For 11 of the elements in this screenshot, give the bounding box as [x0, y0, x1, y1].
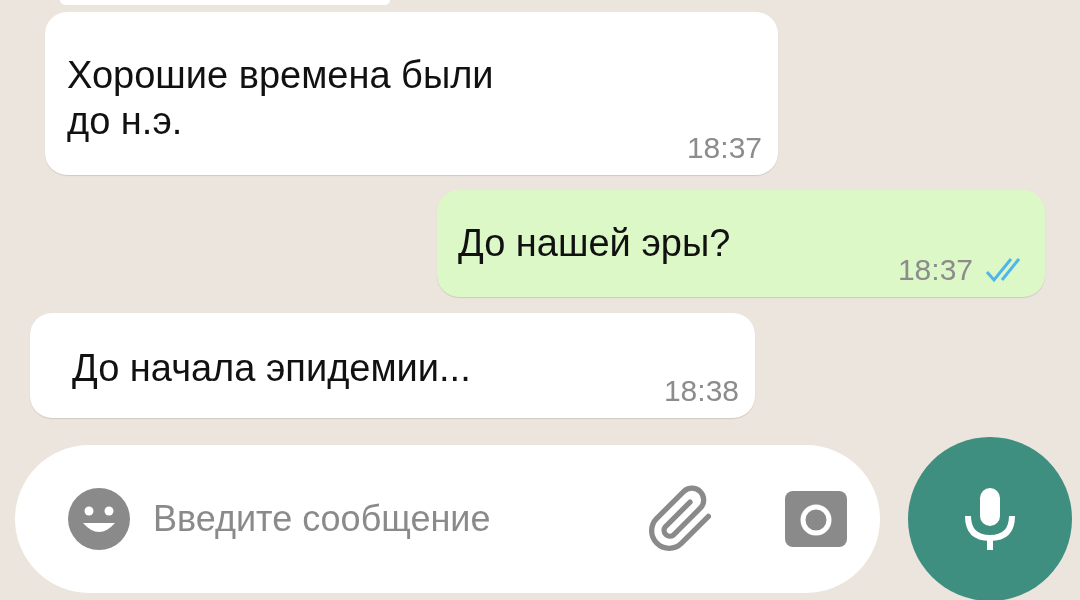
- camera-icon[interactable]: [784, 490, 848, 548]
- message-text: Хорошие времена были до н.э.: [67, 53, 494, 144]
- message-text: До нашей эры?: [458, 221, 731, 266]
- message-time: 18:37: [897, 255, 973, 285]
- message-input-bar[interactable]: Введите сообщение: [15, 445, 880, 593]
- message-text: До начала эпидемии...: [72, 346, 471, 391]
- microphone-icon: [962, 486, 1018, 552]
- message-time: 18:37: [686, 133, 762, 163]
- message-time: 18:38: [663, 376, 739, 406]
- smiley-icon[interactable]: [65, 485, 133, 553]
- message-field[interactable]: Введите сообщение: [153, 492, 646, 546]
